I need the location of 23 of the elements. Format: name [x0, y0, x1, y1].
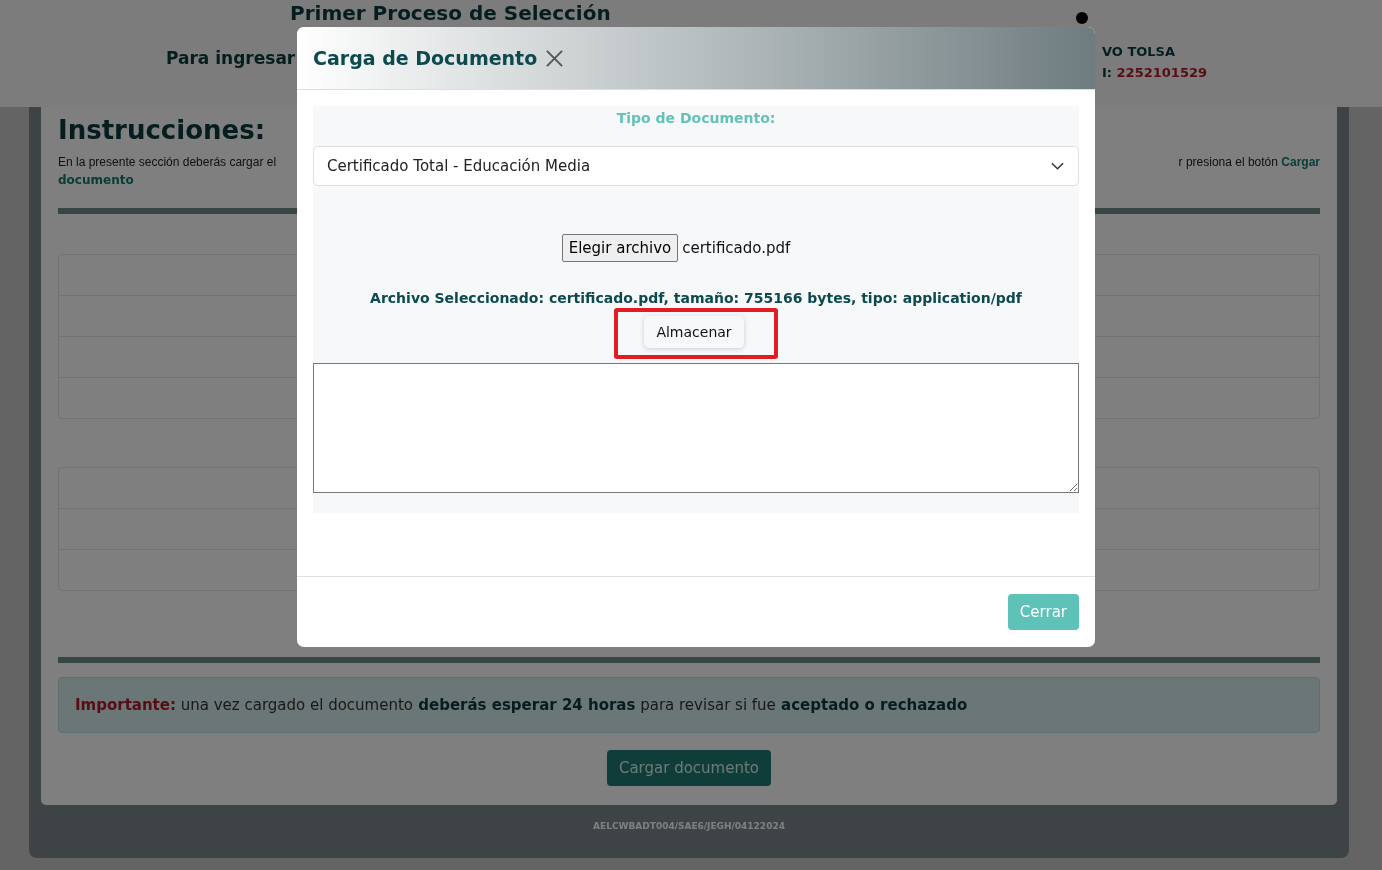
upload-link[interactable]: Cargar: [1281, 155, 1320, 169]
chevron-down-icon: [1051, 162, 1064, 170]
choose-file-button[interactable]: Elegir archivo: [561, 234, 679, 262]
store-button[interactable]: Almacenar: [644, 316, 744, 348]
instructions-text: En la presente sección deberás cargar el: [58, 155, 277, 169]
user-id: 2252101529: [1116, 65, 1208, 80]
file-name: certificado.pdf: [682, 239, 791, 257]
file-info: Archivo Seleccionado: certificado.pdf, tamaño: 755166 bytes, tipo: application/pdf: [369, 290, 1023, 306]
instructions-text: r presiona el botón: [1178, 155, 1278, 169]
user-id-label: I:: [1102, 65, 1113, 80]
close-button[interactable]: Cerrar: [1007, 594, 1079, 630]
page-title: Primer Proceso de Selección: [290, 0, 611, 26]
document-type-label: Tipo de Documento:: [615, 110, 777, 126]
upload-button[interactable]: Cargar documento: [606, 750, 772, 786]
user-name: VO TOLSA: [1102, 43, 1177, 61]
upload-link[interactable]: documento: [58, 173, 134, 187]
dialog-title: Carga de Documento: [313, 47, 538, 69]
notice-text: Importante: una vez cargado el documento deberás esperar 24 horas para revisar si fue aceptado o rechazado: [75, 696, 968, 714]
footer-code: AELCWBADT004/SAE6/JEGH/04122024: [593, 821, 785, 831]
close-icon[interactable]: [545, 48, 565, 68]
instructions-title: Instrucciones:: [58, 115, 266, 145]
page-subtitle: Para ingresar: [166, 48, 296, 68]
document-type-select[interactable]: Certificado Total - Educación Media: [313, 146, 1079, 186]
